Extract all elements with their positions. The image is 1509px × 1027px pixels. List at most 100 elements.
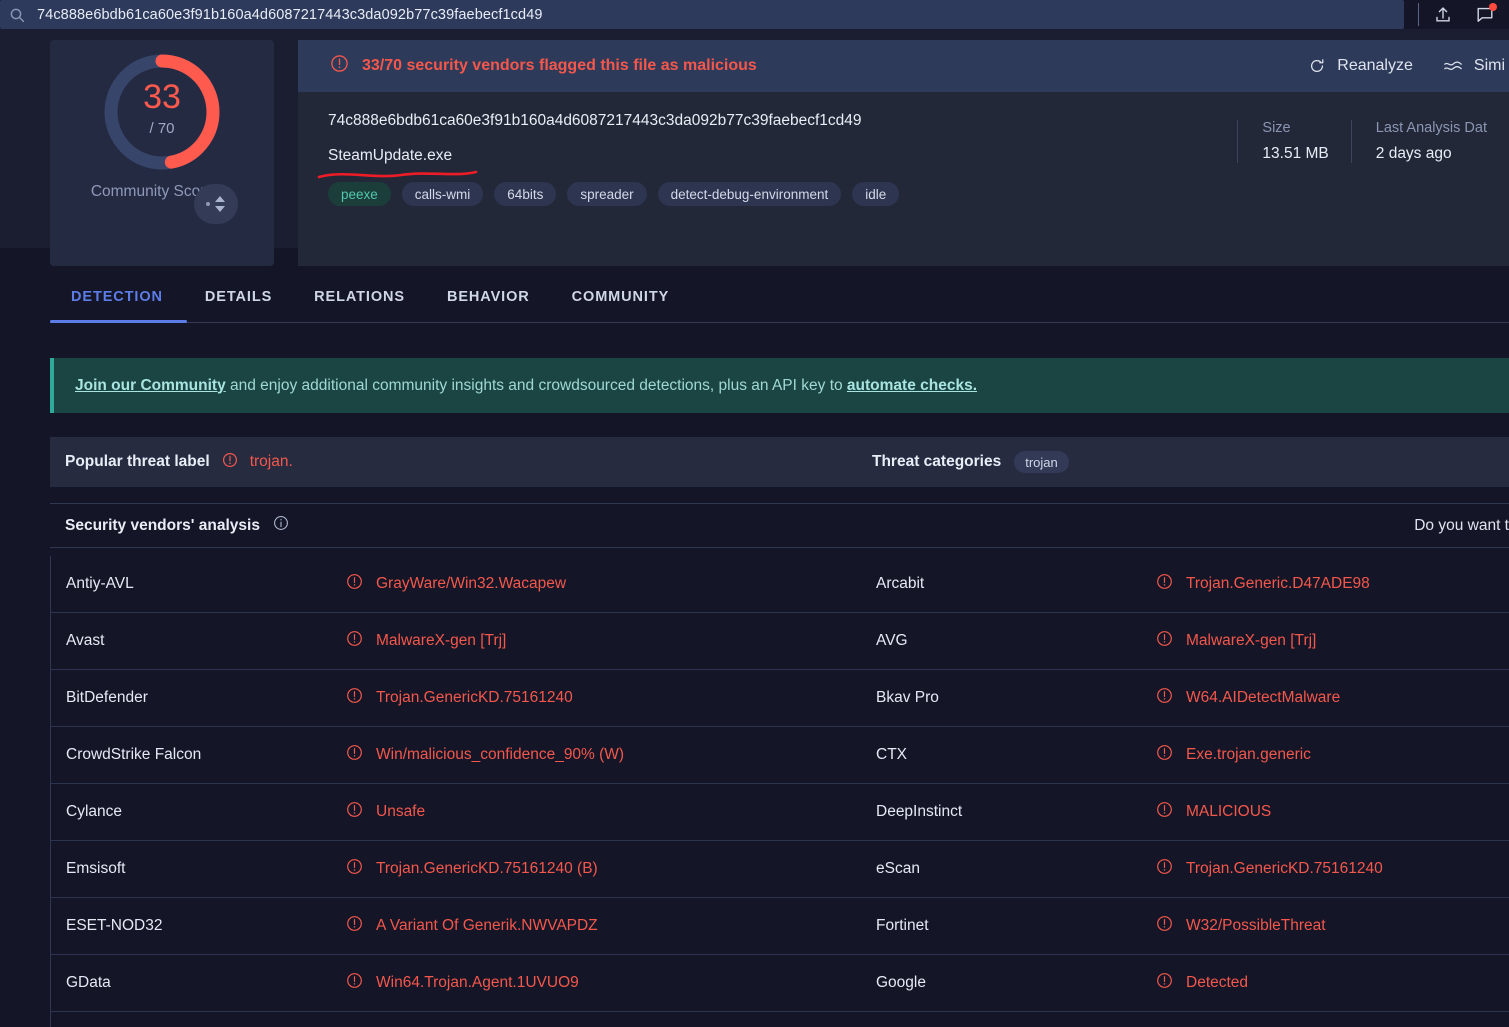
file-tag[interactable]: calls-wmi [401, 182, 484, 206]
community-banner-text: Join our Community and enjoy additional … [75, 377, 977, 395]
vendor-name[interactable]: AVG [876, 632, 1156, 650]
top-bar: 74c888e6bdb61ca60e3f91b160a4d6087217443c… [0, 0, 1509, 29]
threat-category-chip: trojan [1014, 451, 1069, 473]
similar-label: Simi [1473, 57, 1505, 74]
vendors-analysis-table: Antiy-AVL GrayWare/Win32.Wacapew Arcabit Tr… [50, 556, 1509, 1027]
vendor-cell: Fortinet W32/PossibleThreat [861, 898, 1509, 954]
table-row: BitDefender Trojan.GenericKD.75161240 Bkav… [51, 670, 1509, 727]
vendor-cell: GData Win64.Trojan.Agent.1UVUO9 [51, 955, 861, 1011]
refresh-icon [1311, 59, 1324, 72]
vendor-name[interactable]: GData [66, 974, 346, 992]
exclamation-circle-icon [1156, 630, 1173, 652]
vendor-name[interactable]: Google [876, 974, 1156, 992]
popular-threat-label-value: trojan. [249, 453, 293, 470]
detection-total: / 70 [149, 120, 175, 137]
wave-icon [1444, 61, 1462, 71]
comment-icon[interactable] [1475, 2, 1497, 25]
vendor-cell: CTX Exe.trojan.generic [861, 727, 1509, 783]
vendor-cell: eScan Trojan.GenericKD.75161240 [861, 841, 1509, 897]
exclamation-circle-icon [346, 972, 363, 994]
vendors-analysis-header: Security vendors' analysis Do you want t [50, 503, 1509, 548]
vendor-name[interactable]: Avast [66, 632, 346, 650]
vendor-name[interactable]: eScan [876, 860, 1156, 878]
exclamation-circle-icon [1156, 858, 1173, 880]
community-score-label: Community Score [90, 183, 214, 200]
tab-relations[interactable]: RELATIONS [293, 275, 426, 319]
vendor-cell: Avast MalwareX-gen [Trj] [51, 613, 861, 669]
exclamation-circle-icon [346, 573, 363, 595]
vendor-name[interactable]: DeepInstinct [876, 803, 1156, 821]
reanalyze-label: Reanalyze [1337, 57, 1413, 74]
vendor-result: A Variant Of Generik.NWVAPDZ [346, 915, 598, 937]
file-tag[interactable]: 64bits [494, 182, 557, 206]
community-banner: Join our Community and enjoy additional … [50, 358, 1509, 413]
vendor-name[interactable]: Fortinet [876, 917, 1156, 935]
vendor-result-text: Win/malicious_confidence_90% (W) [376, 746, 625, 763]
exclamation-circle-icon [346, 630, 363, 652]
file-hash[interactable]: 74c888e6bdb61ca60e3f91b160a4d6087217443c… [328, 112, 862, 130]
community-score-vote-control[interactable] [194, 184, 238, 224]
vendor-cell: CrowdStrike Falcon Win/malicious_confiden… [51, 727, 861, 783]
exclamation-circle-icon [1156, 687, 1173, 709]
vendor-name[interactable]: Cylance [66, 803, 346, 821]
active-tab-indicator [50, 320, 187, 323]
vendors-analysis-prompt: Do you want t [1414, 516, 1509, 534]
tab-details[interactable]: DETAILS [184, 275, 293, 319]
vendor-result-text: A Variant Of Generik.NWVAPDZ [376, 917, 598, 934]
vendor-result: Win/malicious_confidence_90% (W) [346, 744, 624, 766]
automate-checks-link[interactable]: automate checks. [847, 377, 977, 394]
file-tag[interactable]: detect-debug-environment [657, 182, 842, 206]
detection-donut: 33 / 70 [100, 50, 224, 174]
exclamation-circle-icon [1156, 972, 1173, 994]
exclamation-circle-icon [346, 915, 363, 937]
notification-dot [1489, 2, 1497, 11]
file-meta: Size 13.51 MB Last Analysis Dat 2 days ago [1237, 120, 1509, 163]
vendor-name[interactable]: ESET-NOD32 [66, 917, 346, 935]
exclamation-circle-icon [1156, 573, 1173, 595]
search-input-value[interactable]: 74c888e6bdb61ca60e3f91b160a4d6087217443c… [37, 7, 543, 23]
vendor-name[interactable]: BitDefender [66, 689, 346, 707]
vendor-result-text: Win64.Trojan.Agent.1UVUO9 [376, 974, 579, 991]
file-tag[interactable]: idle [852, 182, 900, 206]
tab-community[interactable]: COMMUNITY [551, 275, 691, 319]
similar-button[interactable]: Simi [1443, 57, 1505, 75]
vendors-analysis-title: Security vendors' analysis [65, 516, 260, 534]
tab-behavior[interactable]: BEHAVIOR [426, 275, 551, 319]
vendor-result: Exe.trojan.generic [1156, 744, 1311, 766]
file-tag[interactable]: spreader [567, 182, 647, 206]
vote-dot-icon [205, 202, 210, 206]
file-meta-value: 13.51 MB [1262, 145, 1329, 162]
upload-icon[interactable] [1433, 5, 1453, 25]
tab-detection[interactable]: DETECTION [50, 275, 184, 319]
vendor-cell: Arcabit Trojan.Generic.D47ADE98 [861, 556, 1509, 612]
table-row: Avast MalwareX-gen [Trj] AVG MalwareX-gen [… [51, 613, 1509, 670]
vendor-name[interactable]: Antiy-AVL [66, 575, 346, 593]
exclamation-circle-icon [1156, 915, 1173, 937]
vendor-cell: Emsisoft Trojan.GenericKD.75161240 (B) [51, 841, 861, 897]
exclamation-circle-icon [346, 801, 363, 823]
vendor-name[interactable]: CTX [876, 746, 1156, 764]
search-bar[interactable]: 74c888e6bdb61ca60e3f91b160a4d6087217443c… [0, 0, 1404, 29]
file-name: SteamUpdate.exe [328, 147, 453, 164]
vendor-name[interactable]: CrowdStrike Falcon [66, 746, 346, 764]
file-tag[interactable]: peexe [328, 182, 391, 206]
red-underline-annotation [316, 166, 486, 182]
vendor-cell: DeepInstinct MALICIOUS [861, 784, 1509, 840]
info-circle-icon[interactable] [273, 515, 289, 536]
join-community-link[interactable]: Join our Community [75, 377, 226, 394]
vendor-result: Detected [1156, 972, 1248, 994]
detection-count: 33 [143, 78, 181, 116]
vendor-cell: AVG MalwareX-gen [Trj] [861, 613, 1509, 669]
exclamation-circle-icon [1156, 801, 1173, 823]
file-tags: peexe calls-wmi 64bits spreader detect-debug… [328, 182, 900, 206]
vendor-name[interactable]: Emsisoft [66, 860, 346, 878]
reanalyze-button[interactable]: Reanalyze [1308, 57, 1413, 75]
vendor-cell: Cylance Unsafe [51, 784, 861, 840]
vendor-name[interactable]: Bkav Pro [876, 689, 1156, 707]
exclamation-circle-icon [222, 452, 238, 473]
vendor-result: Win64.Trojan.Agent.1UVUO9 [346, 972, 579, 994]
vendor-cell: Antiy-AVL GrayWare/Win32.Wacapew [51, 556, 861, 612]
file-meta-label: Last Analysis Dat [1375, 120, 1487, 136]
file-header-zone: 33 / 70 Community Score 33/70 security v… [0, 29, 1509, 266]
vendor-name[interactable]: Arcabit [876, 575, 1156, 593]
